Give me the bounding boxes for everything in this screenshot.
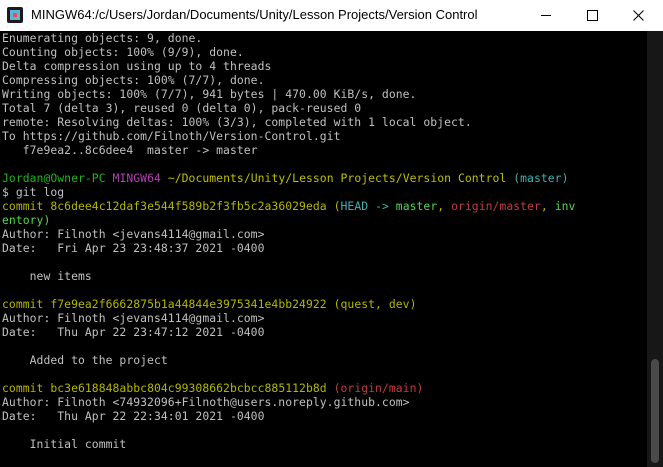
commit-refs: (origin/main) (333, 381, 424, 395)
commit-refs-open: ( (333, 199, 341, 213)
terminal-line: Counting objects: 100% (9/9), done. (2, 45, 244, 59)
prompt-env: MINGW64 (112, 171, 161, 185)
terminal-line: $ git log (2, 185, 65, 199)
commit-label: commit (2, 297, 51, 311)
terminal-line: entory) (2, 213, 51, 227)
close-icon (632, 10, 644, 21)
terminal-line: Writing objects: 100% (7/7), 941 bytes |… (2, 87, 417, 101)
terminal-line: Author: Filnoth <74932096+Filnoth@users.… (2, 395, 410, 409)
commit-hash: f7e9ea2f6662875b1a44844e3975341e4bb24922 (50, 297, 327, 311)
terminal-line: Jordan@Owner-PC MINGW64 ~/Documents/Unit… (2, 171, 647, 185)
commit-label: commit (2, 381, 51, 395)
commit-sep: , (437, 199, 452, 213)
terminal-line: Enumerating objects: 9, done. (2, 31, 203, 45)
commit-head: HEAD -> (340, 199, 396, 213)
terminal-line: To https://github.com/Filnoth/Version-Co… (2, 129, 341, 143)
terminal-line: Date: Thu Apr 22 23:47:12 2021 -0400 (2, 325, 265, 339)
terminal-line: Date: Fri Apr 23 23:48:37 2021 -0400 (2, 241, 265, 255)
minimize-icon (541, 15, 551, 16)
terminal-line: f7e9ea2..8c6dee4 master -> master (2, 143, 258, 157)
terminal-line: Added to the project (2, 353, 168, 367)
commit-hash: bc3e618848abbc804c99308662bcbcc885112b8d (50, 381, 327, 395)
prompt-branch: (master) (513, 171, 569, 185)
terminal-line: Initial commit (2, 437, 127, 451)
terminal-line: new items (2, 269, 92, 283)
prompt-user: Jordan@Owner-PC (2, 171, 106, 185)
terminal-line: commit f7e9ea2f6662875b1a44844e3975341e4… (2, 297, 647, 311)
vertical-scrollbar[interactable] (647, 31, 663, 467)
maximize-button[interactable] (569, 0, 615, 31)
terminal-line: Date: Thu Apr 22 22:34:01 2021 -0400 (2, 409, 265, 423)
terminal-line: remote: Resolving deltas: 100% (3/3), co… (2, 115, 472, 129)
close-button[interactable] (615, 0, 661, 31)
terminal-line: commit bc3e618848abbc804c99308662bcbcc88… (2, 381, 647, 395)
mingw-app-icon (7, 7, 23, 23)
maximize-icon (586, 10, 598, 21)
prompt-path: ~/Documents/Unity/Lesson Projects/Versio… (167, 171, 507, 185)
commit-space (327, 199, 334, 213)
scrollbar-thumb[interactable] (651, 359, 659, 463)
terminal-output[interactable]: Enumerating objects: 9, done. Counting ob… (0, 31, 647, 467)
commit-space (327, 381, 334, 395)
commit-hash: 8c6dee4c12daf3e544f589b2f3fb5c2a36029eda (50, 199, 327, 213)
title-bar[interactable]: MINGW64:/c/Users/Jordan/Documents/Unity/… (0, 0, 663, 31)
terminal-line: Compressing objects: 100% (7/7), done. (2, 73, 265, 87)
commit-refs: (quest, dev) (333, 297, 417, 311)
terminal-line: Author: Filnoth <jevans4114@gmail.com> (2, 227, 265, 241)
commit-sep: , (540, 199, 555, 213)
minimize-button[interactable] (523, 0, 569, 31)
commit-label: commit (2, 199, 51, 213)
commit-local-branch: master (395, 199, 438, 213)
commit-space (327, 297, 334, 311)
window-title: MINGW64:/c/Users/Jordan/Documents/Unity/… (31, 7, 478, 22)
commit-other-branch: inv (554, 199, 576, 213)
terminal-line: Total 7 (delta 3), reused 0 (delta 0), p… (2, 101, 362, 115)
commit-remote-branch: origin/master (451, 199, 541, 213)
terminal-line: Delta compression using up to 4 threads (2, 59, 272, 73)
terminal-line: Author: Filnoth <jevans4114@gmail.com> (2, 311, 265, 325)
terminal-line: commit 8c6dee4c12daf3e544f589b2f3fb5c2a3… (2, 199, 647, 213)
